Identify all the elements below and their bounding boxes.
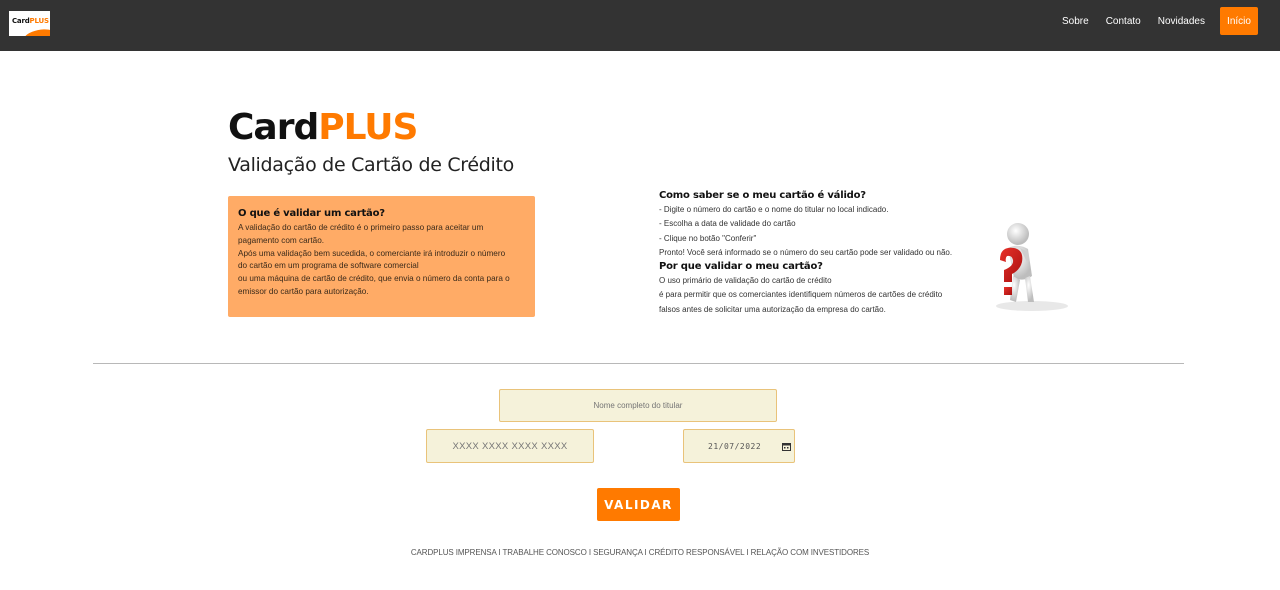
faq-answer-line: Pronto! Você será informado se o número … (659, 247, 953, 257)
card-number-input[interactable] (426, 429, 594, 463)
brand-card: Card (228, 107, 319, 148)
nav-link-contato[interactable]: Contato (1106, 16, 1141, 27)
section-divider (93, 363, 1184, 364)
logo-text-plus: PLUS (29, 17, 49, 25)
expiry-date-input[interactable]: 21/07/2022 (683, 429, 795, 463)
nav-link-novidades[interactable]: Novidades (1158, 16, 1205, 27)
faq-answer-line: - Digite o número do cartão e o nome do … (659, 205, 889, 214)
footer-links-text[interactable]: CARDPLUS IMPRENSA I TRABALHE CONOSCO I S… (411, 548, 869, 557)
footer-links: CARDPLUS IMPRENSA I TRABALHE CONOSCO I S… (0, 548, 1280, 557)
logo-text: CardPLUS (12, 17, 49, 25)
info-box-line: emissor do cartão para autorização. (238, 286, 369, 296)
faq-answer-line: - Escolha a data de validade do cartão (659, 219, 796, 229)
calendar-icon[interactable] (780, 440, 792, 452)
faq-answer-line: é para permitir que os comerciantes iden… (659, 290, 943, 300)
navbar: CardPLUS Sobre Contato Novidades Início (0, 0, 1280, 51)
faq-answer-line: falsos antes de solicitar uma autorizaçã… (659, 304, 886, 314)
faq-answer-line: - Clique no botão "Conferir" (659, 233, 757, 243)
faq-question-2: Por que validar o meu cartão? (659, 261, 823, 273)
faq-section: Como saber se o meu cartão é válido? - D… (659, 189, 979, 317)
info-box-line: A validação do cartão de crédito é o pri… (238, 223, 484, 232)
info-box-line: ou uma máquina de cartão de crédito, que… (238, 274, 510, 284)
cardholder-name-input[interactable] (499, 389, 777, 422)
nav-links: Sobre Contato Novidades Início (1045, 7, 1258, 35)
brand-plus: PLUS (318, 107, 418, 148)
info-box-title: O que é validar um cartão? (238, 208, 385, 219)
faq-answer-line: O uso primário de validação do cartão de… (659, 276, 832, 286)
brand-title: CardPLUS (228, 107, 418, 148)
thinking-figure-question-icon (980, 218, 1070, 318)
validate-button[interactable]: VALIDAR (597, 488, 680, 521)
info-box-line: do cartão em um programa de software com… (238, 261, 419, 271)
info-box-line: Após uma validação bem sucedida, o comer… (238, 248, 506, 258)
logo[interactable]: CardPLUS (9, 11, 50, 36)
expiry-date-value: 21/07/2022 (708, 441, 762, 451)
info-box: O que é validar um cartão? A validação d… (228, 196, 535, 317)
nav-link-sobre[interactable]: Sobre (1062, 16, 1089, 27)
page-subtitle: Validação de Cartão de Crédito (228, 154, 515, 176)
logo-swoosh (23, 27, 50, 36)
nav-link-inicio[interactable]: Início (1220, 7, 1258, 35)
logo-text-card: Card (12, 17, 30, 25)
info-box-line: pagamento com cartão. (238, 235, 325, 245)
faq-question-1: Como saber se o meu cartão é válido? (659, 190, 866, 201)
